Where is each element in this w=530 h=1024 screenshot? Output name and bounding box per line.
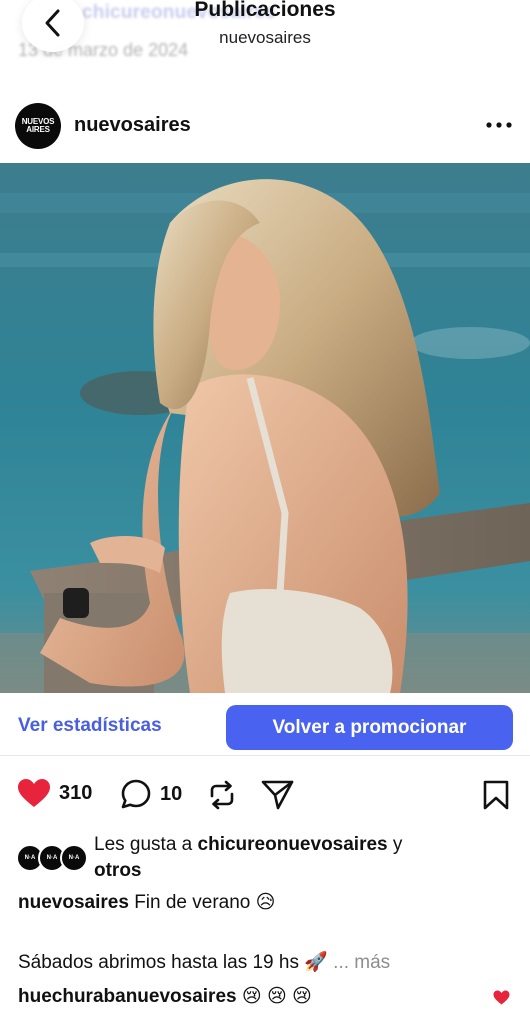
post-photo-art <box>0 163 530 693</box>
post-header: NUEVOS AIRES nuevosaires <box>0 100 530 156</box>
comments-count[interactable]: 10 <box>160 783 182 806</box>
comment-like-button[interactable] <box>493 990 510 1010</box>
heart-filled-icon <box>18 779 50 807</box>
liked-by-text: Les gusta a chicureonuevosaires y otros <box>94 832 514 884</box>
promotion-bar: Ver estadísticas Volver a promocionar <box>0 700 530 756</box>
repost-button[interactable] <box>206 780 238 810</box>
post-caption: nuevosaires Fin de verano 😥 <box>18 890 518 916</box>
caption-more-link[interactable]: ... más <box>333 952 390 973</box>
page-title: Publicaciones <box>194 0 336 21</box>
save-button[interactable] <box>482 780 510 810</box>
like-button[interactable]: 310 <box>17 778 92 808</box>
comment-preview[interactable]: huechurabanuevosaires 😢 😢 😢 <box>18 984 518 1010</box>
post-username[interactable]: nuevosaires <box>74 114 191 137</box>
caption-username[interactable]: nuevosaires <box>18 892 129 913</box>
post-photo[interactable] <box>0 163 530 693</box>
boost-again-button[interactable]: Volver a promocionar <box>226 705 513 750</box>
more-horizontal-icon <box>486 122 512 128</box>
avatar-logo-text: NUEVOS AIRES <box>21 117 55 134</box>
heart-filled-icon <box>493 990 510 1005</box>
view-insights-link[interactable]: Ver estadísticas <box>18 715 162 737</box>
caption-text: Fin de verano 😥 <box>134 892 276 913</box>
comment-button[interactable]: 10 <box>120 778 182 810</box>
repost-icon <box>210 780 234 810</box>
caption-line2: Sábados abrimos hasta las 19 hs 🚀 <box>18 952 328 973</box>
comment-text: 😢 😢 😢 <box>241 986 312 1007</box>
liked-by-prefix: Les gusta a <box>94 834 198 855</box>
share-button[interactable] <box>261 779 295 811</box>
likes-count[interactable]: 310 <box>59 782 92 805</box>
share-icon <box>261 780 294 810</box>
post-actions: 310 10 <box>0 772 530 818</box>
comment-username[interactable]: huechurabanuevosaires <box>18 986 237 1007</box>
avatar[interactable]: NUEVOS AIRES <box>15 103 61 149</box>
liked-by-user[interactable]: chicureonuevosaires <box>198 834 388 855</box>
liker-avatars: N·A N·A N·A <box>16 844 90 874</box>
bookmark-icon <box>483 780 509 810</box>
liked-by-row[interactable]: N·A N·A N·A Les gusta a chicureonuevosai… <box>0 830 530 886</box>
comment-icon <box>121 779 151 809</box>
liked-by-suffix: y <box>387 834 403 855</box>
top-bar: chicureonuevosaires 13 de marzo de 2024 … <box>0 0 530 92</box>
page-subtitle: nuevosaires <box>219 28 311 47</box>
more-options-button[interactable] <box>486 112 512 138</box>
caption-second-line: Sábados abrimos hasta las 19 hs 🚀 ... má… <box>18 950 518 976</box>
liked-by-others[interactable]: otros <box>94 860 142 881</box>
liker-avatar: N·A <box>60 844 88 872</box>
